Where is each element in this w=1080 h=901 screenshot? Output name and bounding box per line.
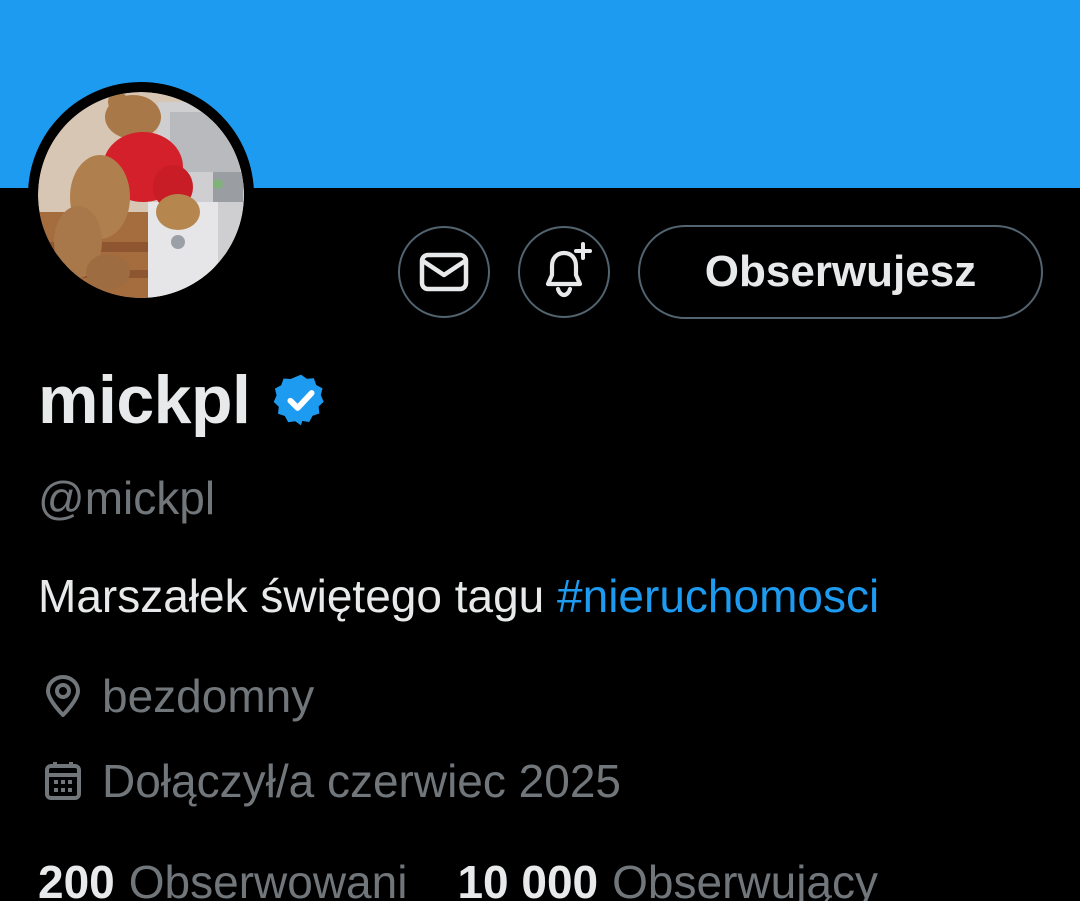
- calendar-icon: [38, 756, 88, 806]
- envelope-icon: [419, 252, 469, 292]
- following-button-label: Obserwujesz: [704, 247, 977, 296]
- avatar-image: [38, 92, 244, 298]
- profile-bio: Marszałek świętego tagu #nieruchomosci: [38, 567, 879, 625]
- location-pin-icon: [38, 671, 88, 721]
- following-stat-link[interactable]: 200 Obserwowani: [38, 852, 407, 901]
- message-button[interactable]: [398, 226, 490, 318]
- verified-badge-icon[interactable]: [272, 371, 330, 429]
- profile-stats: 200 Obserwowani 10 000 Obserwujący: [38, 852, 928, 901]
- bio-text: Marszałek świętego tagu: [38, 570, 545, 622]
- location-text: bezdomny: [102, 670, 315, 722]
- profile-join-date: Dołączył/a czerwiec 2025: [38, 753, 621, 809]
- bio-hashtag-link[interactable]: #nieruchomosci: [557, 570, 879, 622]
- profile-location: bezdomny: [38, 668, 314, 724]
- join-date-text: Dołączył/a czerwiec 2025: [102, 755, 622, 807]
- following-count: 200: [38, 856, 115, 901]
- following-button[interactable]: Obserwujesz: [638, 225, 1043, 319]
- following-label: Obserwowani: [128, 856, 408, 901]
- followers-count: 10 000: [457, 856, 599, 901]
- followers-stat-link[interactable]: 10 000 Obserwujący: [457, 852, 878, 901]
- profile-handle: @mickpl: [38, 472, 216, 524]
- display-name-row: mickpl: [38, 355, 330, 445]
- display-name: mickpl: [38, 362, 251, 438]
- followers-label: Obserwujący: [612, 856, 879, 901]
- notifications-button[interactable]: [518, 226, 610, 318]
- bell-plus-icon: [545, 242, 592, 298]
- avatar[interactable]: [28, 82, 254, 308]
- profile-page: Obserwujesz mickpl @mickpl Marszałek świ…: [0, 0, 1080, 901]
